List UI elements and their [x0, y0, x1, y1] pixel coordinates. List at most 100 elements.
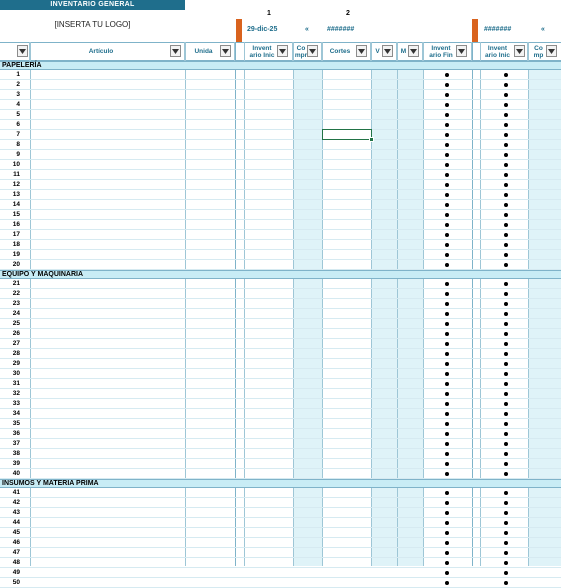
bullet-dot-icon [504, 193, 508, 197]
bullet-dot-icon [445, 541, 449, 545]
table-row[interactable] [0, 210, 561, 220]
table-row[interactable] [0, 190, 561, 200]
table-row[interactable] [0, 439, 561, 449]
table-row[interactable] [0, 419, 561, 429]
filter-dropdown-button[interactable] [514, 45, 525, 57]
table-row[interactable] [0, 180, 561, 190]
row-number: 18 [12, 241, 20, 248]
table-row[interactable] [0, 339, 561, 349]
bullet-dot-icon [445, 442, 449, 446]
bullet-dot-icon [504, 372, 508, 376]
table-row[interactable] [0, 329, 561, 339]
bullet-dot-icon [504, 551, 508, 555]
bullet-dot-icon [445, 472, 449, 476]
table-row[interactable] [0, 110, 561, 120]
selected-cell[interactable] [322, 129, 372, 140]
table-row[interactable] [0, 518, 561, 528]
table-row[interactable] [0, 140, 561, 150]
row-number: 36 [12, 430, 20, 437]
filter-dropdown-button[interactable] [220, 45, 231, 57]
row-number: 13 [12, 191, 20, 198]
table-row[interactable] [0, 90, 561, 100]
row-number: 38 [12, 450, 20, 457]
row-number: 15 [12, 211, 20, 218]
bullet-dot-icon [445, 253, 449, 257]
bullet-dot-icon [445, 571, 449, 575]
filter-dropdown-button[interactable] [408, 45, 419, 57]
bullet-dot-icon [445, 402, 449, 406]
table-row[interactable] [0, 369, 561, 379]
table-row[interactable] [0, 250, 561, 260]
period-arrow-1[interactable]: « [305, 24, 309, 36]
table-row[interactable] [0, 498, 561, 508]
table-row[interactable] [0, 538, 561, 548]
table-row[interactable] [0, 309, 561, 319]
bullet-dot-icon [445, 581, 449, 585]
table-row[interactable] [0, 120, 561, 130]
filter-dropdown-button[interactable] [307, 45, 318, 57]
table-row[interactable] [0, 160, 561, 170]
bullet-dot-icon [504, 183, 508, 187]
row-number: 28 [12, 350, 20, 357]
table-row[interactable] [0, 240, 561, 250]
table-row[interactable] [0, 558, 561, 568]
row-number: 27 [12, 340, 20, 347]
bullet-dot-icon [504, 233, 508, 237]
table-row[interactable] [0, 299, 561, 309]
bullet-dot-icon [445, 282, 449, 286]
table-row[interactable] [0, 379, 561, 389]
filter-dropdown-button[interactable] [356, 45, 367, 57]
table-row[interactable] [0, 70, 561, 80]
row-number: 49 [12, 569, 20, 576]
table-row[interactable] [0, 578, 561, 588]
bullet-dot-icon [445, 203, 449, 207]
table-row[interactable] [0, 260, 561, 270]
table-row[interactable] [0, 399, 561, 409]
bullet-dot-icon [445, 332, 449, 336]
table-row[interactable] [0, 429, 561, 439]
table-row[interactable] [0, 319, 561, 329]
table-row[interactable] [0, 528, 561, 538]
table-row[interactable] [0, 200, 561, 210]
logo-placeholder[interactable]: [INSERTA TU LOGO] [0, 10, 185, 40]
fill-handle[interactable] [369, 137, 374, 142]
bullet-dot-icon [504, 531, 508, 535]
table-row[interactable] [0, 130, 561, 140]
period-start-date[interactable]: 29-dic-25 [247, 24, 277, 36]
filter-dropdown-button[interactable] [170, 45, 181, 57]
table-row[interactable] [0, 409, 561, 419]
table-row[interactable] [0, 230, 561, 240]
table-row[interactable] [0, 170, 561, 180]
filter-dropdown-button[interactable] [17, 45, 28, 57]
table-row[interactable] [0, 568, 561, 578]
table-row[interactable] [0, 389, 561, 399]
filter-dropdown-button[interactable] [456, 45, 467, 57]
table-row[interactable] [0, 508, 561, 518]
table-row[interactable] [0, 289, 561, 299]
period-arrow-2[interactable]: « [541, 24, 545, 36]
table-row[interactable] [0, 469, 561, 479]
table-row[interactable] [0, 459, 561, 469]
row-number: 43 [12, 509, 20, 516]
table-row[interactable] [0, 449, 561, 459]
table-row[interactable] [0, 220, 561, 230]
table-row[interactable] [0, 100, 561, 110]
bullet-dot-icon [445, 302, 449, 306]
bullet-dot-icon [504, 133, 508, 137]
bullet-dot-icon [504, 253, 508, 257]
table-row[interactable] [0, 150, 561, 160]
row-number: 17 [12, 231, 20, 238]
filter-dropdown-button[interactable] [546, 45, 557, 57]
table-row[interactable] [0, 488, 561, 498]
table-row[interactable] [0, 279, 561, 289]
filter-dropdown-button[interactable] [277, 45, 288, 57]
bullet-dot-icon [504, 282, 508, 286]
row-number: 3 [16, 91, 20, 98]
row-number: 14 [12, 201, 20, 208]
table-row[interactable] [0, 80, 561, 90]
filter-dropdown-button[interactable] [382, 45, 393, 57]
table-row[interactable] [0, 349, 561, 359]
table-row[interactable] [0, 359, 561, 369]
table-row[interactable] [0, 548, 561, 558]
bullet-dot-icon [504, 402, 508, 406]
